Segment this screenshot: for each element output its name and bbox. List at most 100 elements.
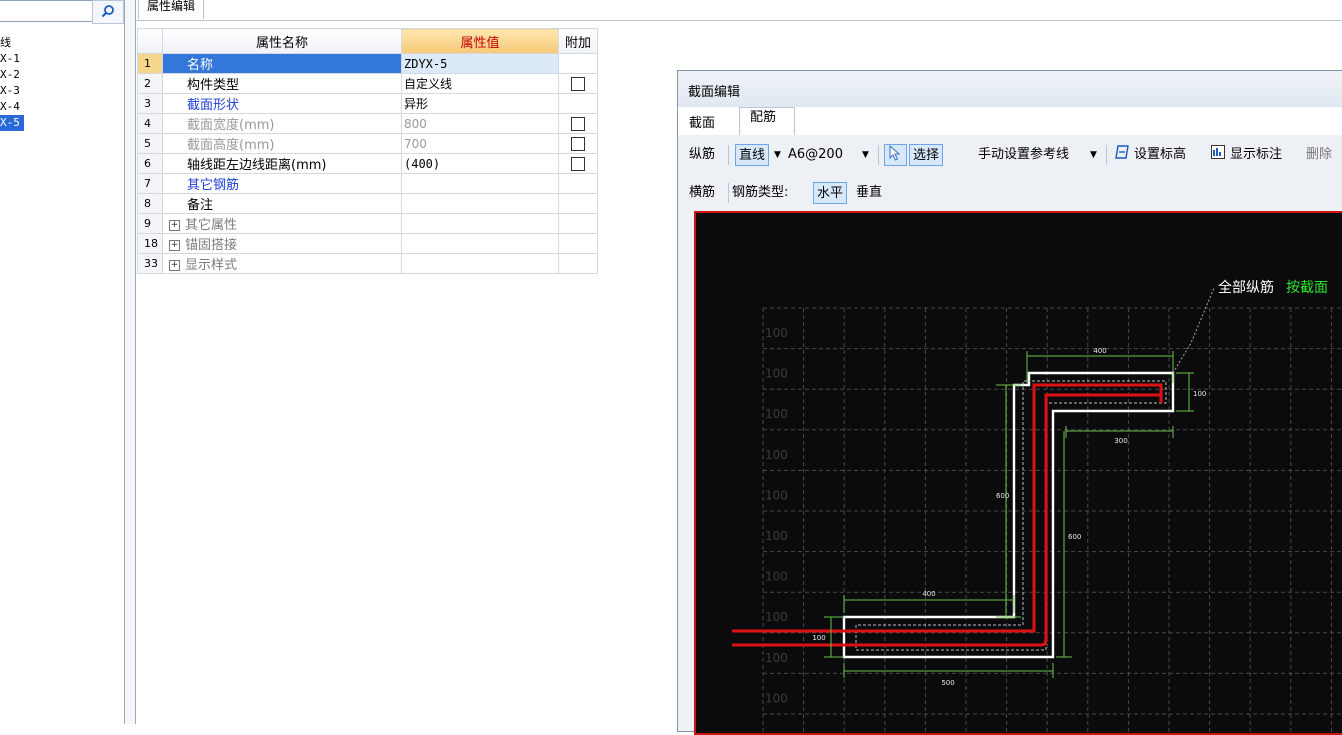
expand-icon[interactable]: + [169, 260, 180, 271]
extra-cell [558, 253, 598, 274]
line-mode-button[interactable]: 直线 [735, 144, 770, 166]
dim-bottom-inner-label: 400 [922, 590, 935, 598]
tree-item[interactable]: 线 [0, 35, 24, 51]
chevron-down-icon[interactable]: ▼ [1090, 144, 1097, 166]
tab-section[interactable]: 截面 [689, 111, 715, 135]
table-row[interactable]: 6 轴线距左边线距离(mm) (400) [137, 153, 598, 174]
row-number: 3 [137, 93, 163, 114]
elevation-icon [1114, 144, 1131, 166]
property-value[interactable]: 异形 [401, 93, 559, 114]
search-icon [101, 4, 115, 21]
horizontal-button[interactable]: 水平 [813, 182, 848, 204]
search-input[interactable] [0, 0, 93, 22]
chevron-down-icon[interactable]: ▼ [774, 144, 781, 166]
property-name: 轴线距左边线距离(mm) [162, 153, 402, 174]
table-row-group[interactable]: 18 + 锚固搭接 [137, 233, 598, 254]
section-tabs: 截面 配筋 [678, 107, 1342, 136]
property-value [401, 233, 559, 254]
splitter[interactable] [125, 0, 136, 724]
property-value [401, 253, 559, 274]
extra-cell [558, 193, 598, 214]
set-elevation-button[interactable]: 设置标高 [1134, 144, 1186, 166]
section-outline-inner [855, 380, 1167, 651]
extra-cell [558, 53, 598, 74]
rebar-line [732, 383, 1163, 633]
component-tree-panel: 线 X-1 X-2 X-3 X-4 X-5 [0, 0, 125, 724]
dim-right-small-label: 100 [1193, 390, 1206, 398]
table-row-group[interactable]: 9 + 其它属性 [137, 213, 598, 234]
section-drawing-canvas[interactable]: 100 100 100 100 100 100 100 100 100 100 400 [694, 211, 1342, 735]
grid-label: 100 [765, 488, 788, 502]
property-value[interactable]: 自定义线 [401, 73, 559, 94]
rebar-spec-input[interactable]: A6@200 [788, 144, 843, 166]
tab-property-editor[interactable]: 属性编辑 [138, 0, 205, 19]
property-group[interactable]: + 显示样式 [162, 253, 402, 274]
property-value[interactable]: 800 [401, 113, 559, 134]
property-value[interactable]: 700 [401, 133, 559, 154]
extra-cell [558, 133, 598, 154]
extra-checkbox[interactable] [571, 76, 585, 91]
tree-item[interactable]: X-3 [0, 83, 24, 99]
table-row[interactable]: 5 截面高度(mm) 700 [137, 133, 598, 154]
table-row[interactable]: 8 备注 [137, 193, 598, 214]
row-number: 5 [137, 133, 163, 154]
row-number: 33 [137, 253, 163, 274]
table-row[interactable]: 4 截面宽度(mm) 800 [137, 113, 598, 134]
extra-checkbox[interactable] [571, 136, 585, 151]
property-name: 截面高度(mm) [162, 133, 402, 154]
expand-icon[interactable]: + [169, 220, 180, 231]
table-row[interactable]: 7 其它钢筋 [137, 173, 598, 194]
group-label: 锚固搭接 [185, 238, 238, 253]
property-group[interactable]: + 其它属性 [162, 213, 402, 234]
dim-bottom-label: 500 [941, 679, 954, 687]
show-annotation-button[interactable]: 显示标注 [1230, 144, 1282, 166]
extra-checkbox[interactable] [571, 156, 585, 171]
property-value-input[interactable]: ZDYX-5 [401, 53, 559, 74]
extra-checkbox[interactable] [571, 116, 585, 131]
grid-label: 100 [765, 326, 788, 340]
property-value[interactable] [401, 193, 559, 214]
vertical-button[interactable]: 垂直 [856, 182, 882, 204]
toolbar-stirrup: 横筋 钢筋类型: 水平 垂直 [678, 173, 1342, 211]
longitudinal-label: 纵筋 [689, 147, 716, 162]
grid-label: 100 [765, 691, 788, 705]
grid-label: 100 [765, 610, 788, 624]
table-row[interactable]: 3 截面形状 异形 [137, 93, 598, 114]
grid-label: 100 [765, 529, 788, 543]
extra-cell [558, 113, 598, 134]
extra-cell [558, 213, 598, 234]
select-button[interactable]: 选择 [909, 144, 944, 166]
delete-button[interactable]: 删除 [1306, 144, 1332, 166]
dimension-lines [824, 351, 1194, 678]
component-tree: 线 X-1 X-2 X-3 X-4 X-5 [0, 35, 24, 131]
pointer-icon[interactable] [884, 144, 907, 166]
grid-label: 100 [765, 651, 788, 665]
chevron-down-icon[interactable]: ▼ [862, 144, 869, 166]
extra-cell [558, 153, 598, 174]
tree-item-selected[interactable]: X-5 [0, 115, 24, 131]
property-name: 截面形状 [162, 93, 402, 114]
property-value[interactable] [401, 173, 559, 194]
property-value[interactable]: (400) [401, 153, 559, 174]
extra-cell [558, 173, 598, 194]
table-row[interactable]: 1 名称 ZDYX-5 [137, 53, 598, 74]
table-row-group[interactable]: 33 + 显示样式 [137, 253, 598, 274]
dim-left-small-label: 100 [812, 634, 825, 642]
row-number: 2 [137, 73, 163, 94]
tab-reinforcement[interactable]: 配筋 [739, 107, 795, 135]
extra-cell [558, 93, 598, 114]
tab-bar: 属性编辑 [136, 0, 1342, 21]
search-button[interactable] [92, 0, 124, 24]
property-group[interactable]: + 锚固搭接 [162, 233, 402, 254]
tree-item[interactable]: X-4 [0, 99, 24, 115]
expand-icon[interactable]: + [169, 240, 180, 251]
table-row[interactable]: 2 构件类型 自定义线 [137, 73, 598, 94]
tree-item[interactable]: X-2 [0, 67, 24, 83]
section-drawing[interactable]: 100100100100100100100100100100 400 100 3… [696, 213, 1342, 733]
tree-item[interactable]: X-1 [0, 51, 24, 67]
annotation-text: 全部纵筋 [1218, 279, 1274, 296]
ref-line-button[interactable]: 手动设置参考线 [978, 144, 1069, 166]
section-editor-window: 截面编辑 截面 配筋 纵筋 直线 ▼ A6@200 ▼ 选择 手动设置参考线 ▼… [677, 70, 1342, 735]
annotation-green-text: 按截面 [1286, 280, 1328, 296]
dim-top-label: 400 [1093, 347, 1106, 355]
